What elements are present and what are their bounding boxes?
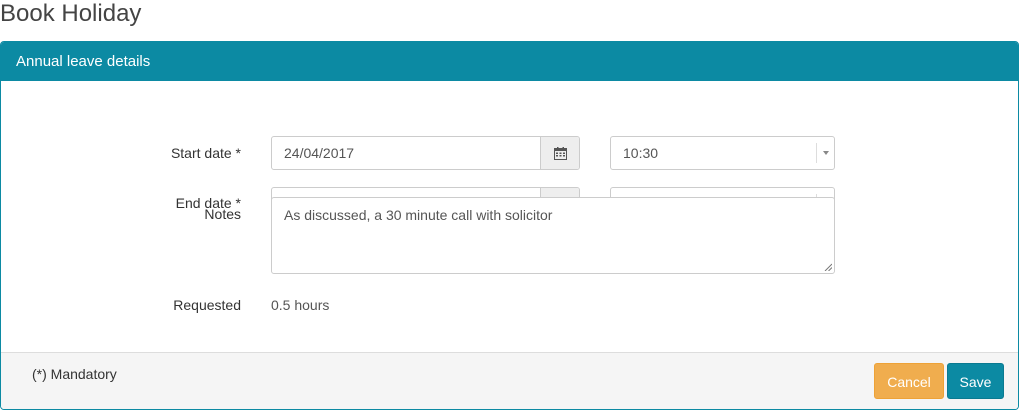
chevron-down-icon bbox=[822, 151, 829, 155]
start-time-value: 10:30 bbox=[623, 145, 659, 161]
panel-body: Start date * 24/04/2017 10:30 End date *… bbox=[1, 81, 1018, 353]
calendar-icon bbox=[553, 146, 567, 160]
panel-footer: (*) Mandatory Cancel Save bbox=[1, 352, 1018, 409]
page-title: Book Holiday bbox=[0, 0, 142, 27]
start-date-input[interactable]: 24/04/2017 bbox=[272, 137, 540, 169]
resize-grip-icon[interactable] bbox=[824, 263, 832, 271]
requested-value: 0.5 hours bbox=[271, 297, 330, 313]
panel-heading: Annual leave details bbox=[1, 42, 1018, 81]
start-date-label: Start date * bbox=[170, 145, 241, 161]
mandatory-note: (*) Mandatory bbox=[32, 366, 117, 382]
annual-leave-panel: Annual leave details Start date * 24/04/… bbox=[0, 41, 1019, 410]
notes-text: As discussed, a 30 minute call with soli… bbox=[284, 207, 553, 223]
start-date-group: 24/04/2017 bbox=[271, 136, 580, 170]
save-button[interactable]: Save bbox=[947, 363, 1004, 399]
start-time-select[interactable]: 10:30 bbox=[610, 136, 835, 170]
requested-label: Requested bbox=[173, 297, 241, 313]
notes-label: Notes bbox=[204, 206, 241, 222]
start-time-dropdown-toggle[interactable] bbox=[816, 143, 834, 163]
notes-textarea[interactable]: As discussed, a 30 minute call with soli… bbox=[271, 197, 835, 274]
start-date-picker-button[interactable] bbox=[540, 137, 579, 169]
cancel-button[interactable]: Cancel bbox=[874, 363, 944, 399]
